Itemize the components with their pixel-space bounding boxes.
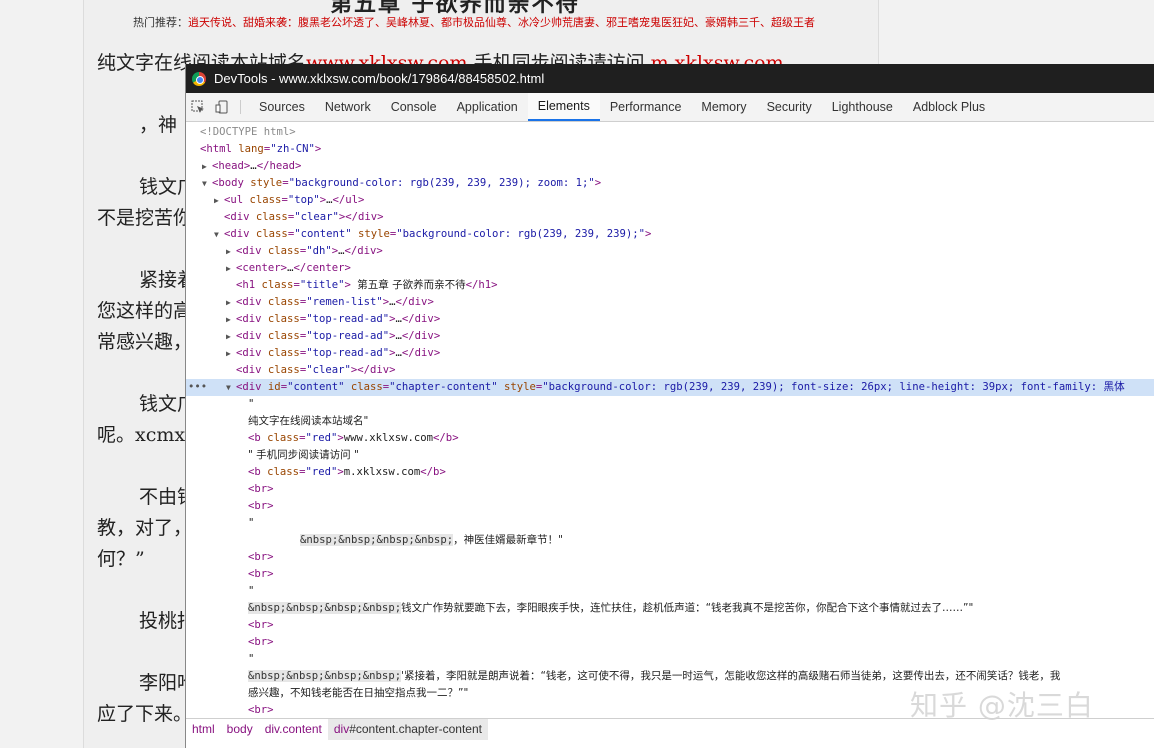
text-line: 您这样的高: [97, 300, 193, 322]
dom-node-br[interactable]: <br>: [186, 566, 1154, 583]
dom-node-remen-list[interactable]: ▶ <div class="remen-list">…</div>: [186, 294, 1154, 311]
dom-text-node[interactable]: " 手机同步阅读请访问 ": [186, 447, 1154, 464]
dom-text-node[interactable]: ": [186, 396, 1154, 413]
dom-node-ul-top[interactable]: ▶ <ul class="top">…</ul>: [186, 192, 1154, 209]
tab-performance[interactable]: Performance: [600, 93, 692, 121]
dom-node-doctype[interactable]: <!DOCTYPE html>: [186, 124, 1154, 141]
hot-label: 热门推荐：: [133, 16, 188, 29]
dom-text-node[interactable]: ": [186, 651, 1154, 668]
expand-arrow-icon[interactable]: ▶: [226, 261, 236, 278]
expand-arrow-icon[interactable]: ▶: [226, 329, 236, 346]
collapse-arrow-icon[interactable]: ▼: [226, 380, 236, 397]
dom-node-div-clear[interactable]: <div class="clear"></div>: [186, 362, 1154, 379]
tab-console[interactable]: Console: [381, 93, 447, 121]
tab-sources[interactable]: Sources: [249, 93, 315, 121]
chrome-icon: [192, 71, 206, 86]
text-line: 何？”: [97, 548, 145, 570]
dom-text-node[interactable]: 纯文字在线阅读本站域名": [186, 413, 1154, 430]
hot-links[interactable]: 逍天传说、甜婚来袭：腹黑老公坏透了、吴峰林夏、都市极品仙尊、冰冷少帅荒唐妻、邪王…: [188, 16, 815, 29]
zhihu-watermark: 知乎 @沈三白: [910, 689, 1094, 722]
text-line: 常感兴趣，: [97, 331, 193, 353]
dom-node-div-content[interactable]: ▼ <div class="content" style="background-…: [186, 226, 1154, 243]
dom-node-head[interactable]: ▶ <head>…</head>: [186, 158, 1154, 175]
dom-node-body[interactable]: ▼ <body style="background-color: rgb(239,…: [186, 175, 1154, 192]
dom-node-div-dh[interactable]: ▶ <div class="dh">…</div>: [186, 243, 1154, 260]
elements-dom-tree: <!DOCTYPE html> <html lang="zh-CN"> ▶ <he…: [186, 122, 1154, 718]
dom-text-node[interactable]: &nbsp;&nbsp;&nbsp;&nbsp;，神医佳婿最新章节！": [186, 532, 1154, 549]
expand-arrow-icon[interactable]: ▶: [226, 244, 236, 261]
tab-network[interactable]: Network: [315, 93, 381, 121]
dom-node-b-red[interactable]: <b class="red">www.xklxsw.com</b>: [186, 430, 1154, 447]
dom-text-node[interactable]: &nbsp;&nbsp;&nbsp;&nbsp;'紧接着，李阳就是朗声说着：“钱…: [186, 668, 1154, 685]
dom-node-br[interactable]: <br>: [186, 549, 1154, 566]
dom-node-center[interactable]: ▶ <center>…</center>: [186, 260, 1154, 277]
devtools-window: DevTools - www.xklxsw.com/book/179864/88…: [185, 64, 1154, 748]
text-line: 呢。xcmx: [97, 424, 186, 446]
toolbar-divider: [240, 100, 241, 114]
dom-node-top-read-ad[interactable]: ▶ <div class="top-read-ad">…</div>: [186, 345, 1154, 362]
text-line: ，神: [139, 114, 178, 136]
tab-memory[interactable]: Memory: [691, 93, 756, 121]
expand-arrow-icon[interactable]: ▶: [226, 346, 236, 363]
dom-node-br[interactable]: <br>: [186, 481, 1154, 498]
devtools-tabbar: Sources Network Console Application Elem…: [186, 93, 1154, 122]
dom-node-div-clear[interactable]: <div class="clear"></div>: [186, 209, 1154, 226]
dom-node-chapter-content-selected[interactable]: ••• ▼ <div id="content" class="chapter-con…: [186, 379, 1154, 396]
dom-node-br[interactable]: <br>: [186, 617, 1154, 634]
breadcrumb-html[interactable]: html: [186, 722, 221, 736]
tab-application[interactable]: Application: [447, 93, 528, 121]
expand-arrow-icon[interactable]: ▶: [214, 193, 224, 210]
hot-recommend-row: 热门推荐：逍天传说、甜婚来袭：腹黑老公坏透了、吴峰林夏、都市极品仙尊、冰冷少帅荒…: [133, 14, 815, 30]
dom-node-b-red[interactable]: <b class="red">m.xklxsw.com</b>: [186, 464, 1154, 481]
breadcrumb-body[interactable]: body: [221, 722, 259, 736]
dom-text-node[interactable]: &nbsp;&nbsp;&nbsp;&nbsp;钱文广作势就要跪下去，李阳眼疾手…: [186, 600, 1154, 617]
text-line: 应了下来。: [97, 703, 193, 725]
dom-node-br[interactable]: <br>: [186, 498, 1154, 515]
expand-arrow-icon[interactable]: ▶: [226, 312, 236, 329]
text-line: 教，对了，: [97, 517, 193, 539]
collapse-arrow-icon[interactable]: ▼: [214, 227, 224, 244]
page-left-margin: [0, 0, 84, 748]
inspect-element-icon[interactable]: [186, 93, 210, 121]
tab-elements[interactable]: Elements: [527, 93, 600, 121]
dom-node-html[interactable]: <html lang="zh-CN">: [186, 141, 1154, 158]
tab-lighthouse[interactable]: Lighthouse: [822, 93, 903, 121]
dom-node-br[interactable]: <br>: [186, 634, 1154, 651]
collapse-arrow-icon[interactable]: ▼: [202, 176, 212, 193]
dom-node-h1-title[interactable]: <h1 class="title"> 第五章 子欲养而亲不待</h1>: [186, 277, 1154, 294]
tab-security[interactable]: Security: [757, 93, 822, 121]
expand-arrow-icon[interactable]: ▶: [226, 295, 236, 312]
dom-node-top-read-ad[interactable]: ▶ <div class="top-read-ad">…</div>: [186, 311, 1154, 328]
device-toolbar-icon[interactable]: [210, 93, 234, 121]
breadcrumb-div-content[interactable]: div.content: [259, 722, 328, 736]
expand-arrow-icon[interactable]: ▶: [202, 159, 212, 176]
dom-text-node[interactable]: ": [186, 515, 1154, 532]
dom-node-top-read-ad[interactable]: ▶ <div class="top-read-ad">…</div>: [186, 328, 1154, 345]
more-options-icon[interactable]: •••: [188, 379, 207, 396]
breadcrumb-chapter-content[interactable]: div #content.chapter-content: [327, 718, 488, 740]
text-line: 不是挖苦你: [97, 207, 193, 229]
window-title: DevTools - www.xklxsw.com/book/179864/88…: [214, 71, 545, 86]
tab-adblock-plus[interactable]: Adblock Plus: [903, 93, 995, 121]
dom-text-node[interactable]: ": [186, 583, 1154, 600]
devtools-titlebar[interactable]: DevTools - www.xklxsw.com/book/179864/88…: [186, 64, 1154, 93]
